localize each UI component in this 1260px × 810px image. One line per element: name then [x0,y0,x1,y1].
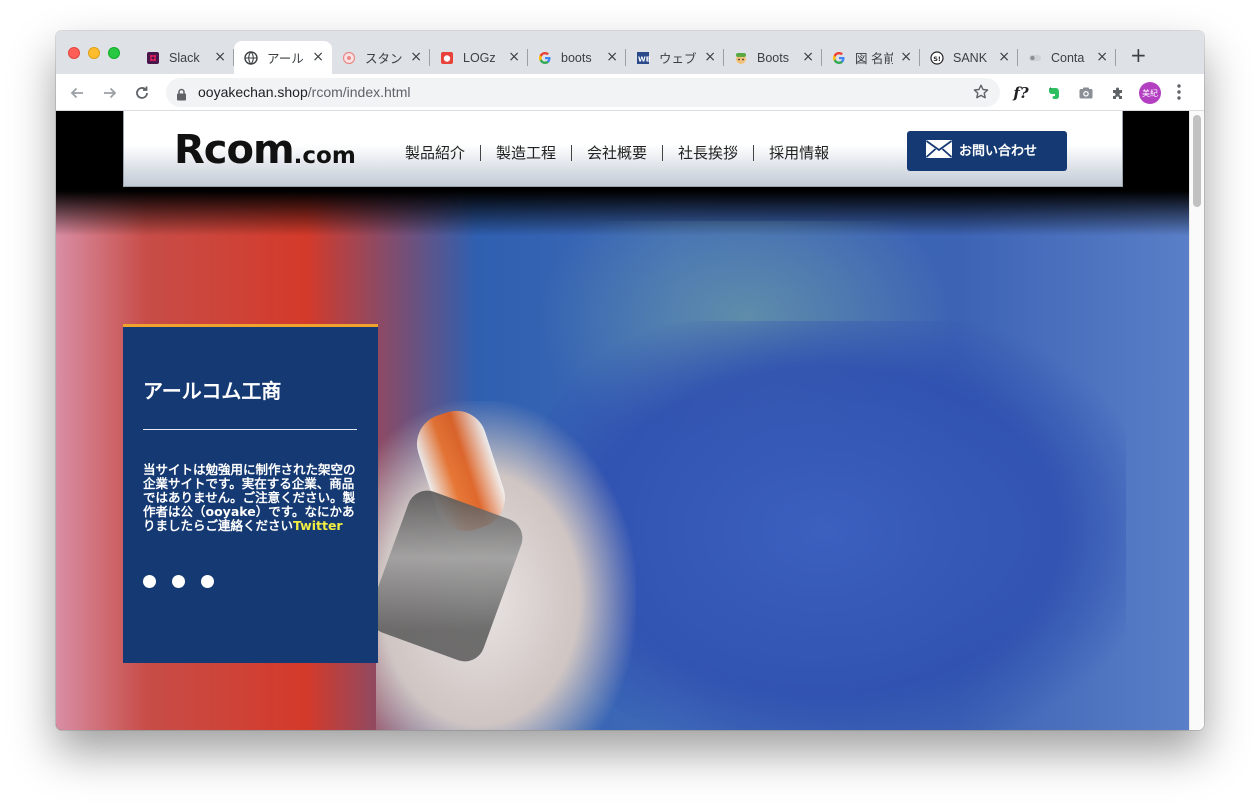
twitter-link[interactable]: Twitter [293,518,343,533]
toggle-favicon-icon [1027,50,1043,66]
google-icon [831,50,847,66]
site-logo[interactable]: Rcom.com [174,127,356,173]
url-text: ooyakechan.shop/rcom/index.html [198,84,410,100]
tab-strip: Slack × アール × スタン × LOGz × boots × WB ウェ… [56,31,1204,74]
tab-close-icon[interactable]: × [410,47,422,67]
slider-dots [143,575,214,588]
tab-title: boots [561,50,592,65]
panel-description: 当サイトは勉強用に制作された架空の企業サイトです。実在する企業、商品ではありませ… [143,463,357,533]
logo-sub: .com [293,143,356,169]
globe-icon [243,50,259,66]
camera-icon[interactable] [1076,83,1096,103]
tab-title: アール [267,52,304,66]
tab-close-icon[interactable]: × [900,47,912,67]
info-panel: アールコム工商 当サイトは勉強用に制作された架空の企業サイトです。実在する企業、… [123,324,378,663]
tab-close-icon[interactable]: × [606,47,618,67]
tab-title: SANK [953,50,988,65]
tab-contact[interactable]: Conta × [1018,41,1116,74]
maximize-window-button[interactable] [108,47,120,59]
contact-button[interactable]: お問い合わせ [907,131,1067,171]
nav-recruit[interactable]: 採用情報 [753,145,844,161]
wb-favicon-icon: WB [635,50,651,66]
menu-kebab-icon[interactable] [1176,82,1182,106]
tab-sank[interactable]: S! SANK × [920,41,1018,74]
reload-icon[interactable] [131,82,153,104]
logo-main: Rcom [174,127,295,173]
character-favicon-icon [733,50,749,66]
extensions-puzzle-icon[interactable] [1108,83,1128,103]
bookmark-star-icon[interactable] [972,83,990,105]
nav-manufacturing[interactable]: 製造工程 [480,145,571,161]
tab-bootstrap[interactable]: Boots × [724,41,822,74]
evernote-icon[interactable] [1044,83,1064,103]
close-window-button[interactable] [68,47,80,59]
url-host: ooyakechan.shop [198,84,308,100]
browser-window: Slack × アール × スタン × LOGz × boots × WB ウェ… [56,31,1204,730]
sank-favicon-icon: S! [929,50,945,66]
panel-divider [143,429,357,430]
nav-ceo-message[interactable]: 社長挨拶 [662,145,753,161]
global-nav: 製品紹介 製造工程 会社概要 社長挨拶 採用情報 [390,145,844,161]
tab-close-icon[interactable]: × [802,47,814,67]
tab-title: スタン [365,52,403,66]
nav-company[interactable]: 会社概要 [571,145,662,161]
minimize-window-button[interactable] [88,47,100,59]
lock-icon[interactable] [176,86,187,105]
forward-icon[interactable] [99,82,121,104]
google-icon [537,50,553,66]
tab-title: 図 名前 [855,52,893,66]
svg-text:WB: WB [638,55,650,63]
logz-favicon-icon [439,50,455,66]
stamp-favicon-icon [341,50,357,66]
tab-close-icon[interactable]: × [1096,47,1108,67]
url-path: /rcom/index.html [307,84,411,100]
tab-close-icon[interactable]: × [704,47,716,67]
svg-text:S!: S! [933,54,941,62]
nav-products[interactable]: 製品紹介 [390,145,480,161]
new-tab-icon[interactable]: + [1130,45,1147,65]
tab-title: ウェブ [659,52,697,66]
site-header: Rcom.com 製品紹介 製造工程 会社概要 社長挨拶 採用情報 お問い合わせ [123,111,1123,187]
tab-close-icon[interactable]: × [214,47,226,67]
tab-logz[interactable]: LOGz × [430,41,528,74]
tab-stamp[interactable]: スタン × [332,41,430,74]
profile-avatar[interactable]: 美紀 [1139,82,1161,104]
tab-close-icon[interactable]: × [998,47,1010,67]
tab-google-bootstrap[interactable]: boots × [528,41,626,74]
tab-close-icon[interactable]: × [508,47,520,67]
font-extension-icon[interactable]: f? [1011,83,1031,103]
tab-google-names[interactable]: 図 名前 × [822,41,920,74]
contact-label: お問い合わせ [959,143,1038,159]
page-scrollbar[interactable] [1189,111,1204,730]
tab-title: Boots [757,50,789,65]
browser-toolbar: ooyakechan.shop/rcom/index.html f? 美紀 [56,74,1204,111]
tab-web[interactable]: WB ウェブ × [626,41,724,74]
mail-icon [925,139,953,163]
panel-title: アールコム工商 [143,379,282,403]
tab-slack[interactable]: Slack × [136,41,234,74]
back-icon[interactable] [66,82,88,104]
tab-close-icon[interactable]: × [312,47,324,67]
tab-rcom[interactable]: アール × [234,41,332,74]
address-bar[interactable]: ooyakechan.shop/rcom/index.html [166,78,1000,107]
slider-dot[interactable] [143,575,156,588]
tab-title: Conta [1051,50,1085,65]
slider-dot[interactable] [172,575,185,588]
page-viewport: Rcom.com 製品紹介 製造工程 会社概要 社長挨拶 採用情報 お問い合わせ… [56,111,1189,730]
slider-dot[interactable] [201,575,214,588]
tab-title: Slack [169,50,200,65]
tab-title: LOGz [463,50,496,65]
slack-icon [145,50,161,66]
scrollbar-thumb[interactable] [1193,115,1201,207]
